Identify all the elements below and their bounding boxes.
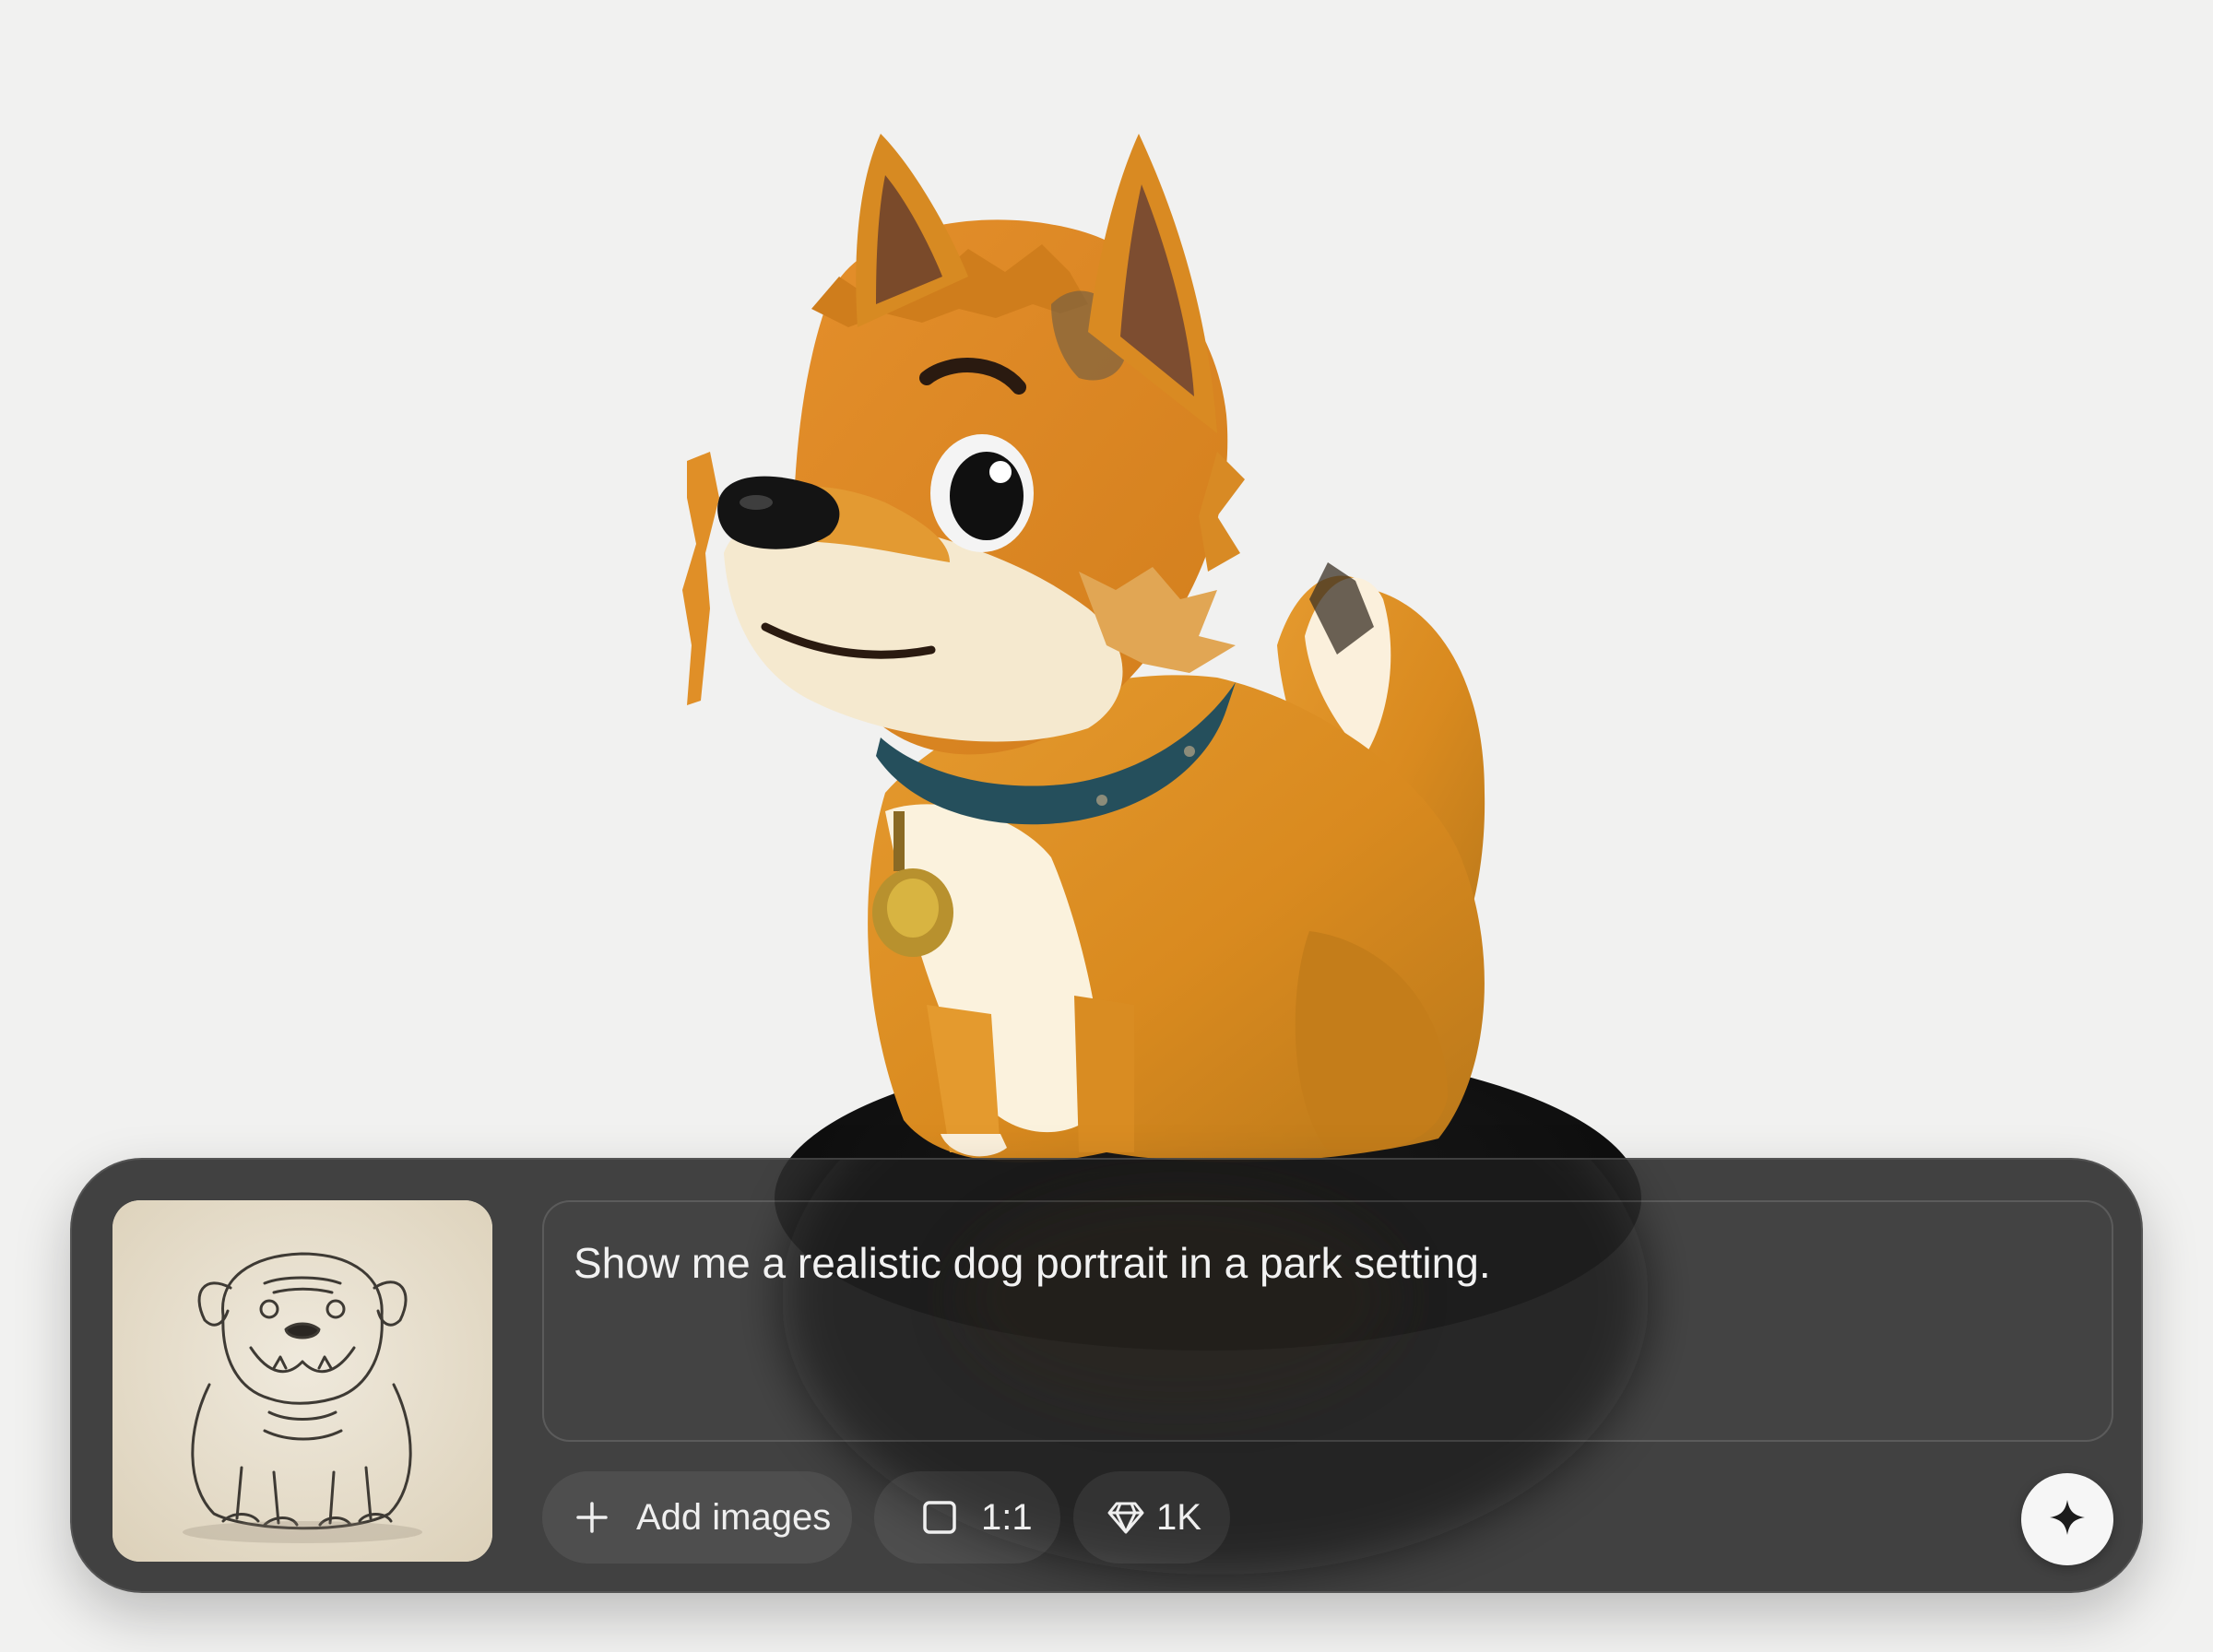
prompt-input[interactable]: Show me a realistic dog portrait in a pa… <box>542 1200 2113 1442</box>
aspect-ratio-label: 1:1 <box>981 1496 1033 1538</box>
resolution-label: 1K <box>1156 1496 1201 1538</box>
prompt-text: Show me a realistic dog portrait in a pa… <box>574 1239 1491 1287</box>
plus-icon <box>575 1501 609 1534</box>
add-images-button[interactable]: Add images <box>542 1471 852 1564</box>
aspect-ratio-button[interactable]: 1:1 <box>874 1471 1060 1564</box>
add-images-label: Add images <box>636 1496 832 1538</box>
reference-image-thumbnail[interactable] <box>112 1200 492 1562</box>
sparkle-icon <box>2048 1498 2087 1541</box>
generate-button[interactable] <box>2021 1473 2113 1565</box>
square-icon <box>922 1500 957 1535</box>
bulldog-sketch-icon <box>112 1200 492 1562</box>
diamond-icon <box>1106 1498 1145 1537</box>
resolution-button[interactable]: 1K <box>1073 1471 1230 1564</box>
prompt-composer: Show me a realistic dog portrait in a pa… <box>70 1158 2143 1593</box>
